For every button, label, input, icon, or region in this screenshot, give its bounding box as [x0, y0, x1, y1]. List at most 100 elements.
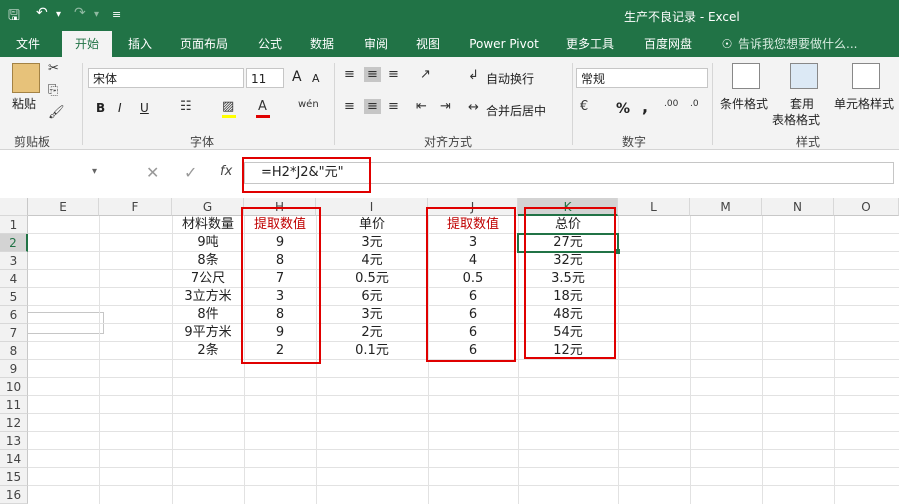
font-name-select[interactable]: 宋体 [88, 68, 244, 88]
align-center-icon[interactable]: ≡ [364, 99, 381, 114]
cut-icon[interactable]: ✂ [48, 61, 59, 76]
tab-formulas[interactable]: 公式 [248, 31, 292, 57]
number-format-select[interactable]: 常规 [576, 68, 708, 88]
wrap-text-button[interactable]: 自动换行 [486, 70, 534, 87]
row-header-10[interactable]: 10 [0, 378, 28, 396]
redo-dropdown-icon[interactable]: ▾ [94, 9, 99, 20]
tab-review[interactable]: 审阅 [354, 31, 398, 57]
save-icon[interactable]: 🖫 [8, 5, 20, 29]
row-header-3[interactable]: 3 [0, 252, 28, 270]
cell-i3[interactable]: 4元 [316, 252, 428, 270]
row-header-7[interactable]: 7 [0, 324, 28, 342]
grow-font-button[interactable]: A [292, 69, 302, 85]
cell-g7[interactable]: 9平方米 [172, 324, 244, 342]
percent-button[interactable]: % [616, 101, 630, 117]
increase-indent-icon[interactable]: ⇥ [440, 99, 451, 114]
paste-icon[interactable] [12, 63, 40, 93]
cancel-icon[interactable]: ✕ [146, 163, 159, 182]
col-header-f[interactable]: F [99, 198, 172, 216]
cell-styles-icon[interactable] [852, 63, 880, 89]
row-header-5[interactable]: 5 [0, 288, 28, 306]
undo-dropdown-icon[interactable]: ▾ [56, 9, 61, 20]
align-left-icon[interactable]: ≡ [344, 99, 355, 114]
tab-more-tools[interactable]: 更多工具 [558, 31, 622, 57]
format-painter-icon[interactable]: 🖌 [48, 105, 65, 120]
select-all-corner[interactable] [0, 198, 28, 216]
cell-i1[interactable]: 单价 [316, 216, 428, 234]
format-as-table-label-1[interactable]: 套用 [790, 95, 814, 112]
cell-i7[interactable]: 2元 [316, 324, 428, 342]
font-color-icon[interactable]: A [258, 99, 267, 114]
orientation-icon[interactable]: ↗ [420, 67, 431, 82]
phonetic-icon[interactable]: wén [298, 99, 319, 110]
font-size-select[interactable]: 11 [246, 68, 284, 88]
row-header-4[interactable]: 4 [0, 270, 28, 288]
row-header-13[interactable]: 13 [0, 432, 28, 450]
tell-me-box[interactable]: 告诉我您想要做什么... [738, 31, 868, 57]
tab-home[interactable]: 开始 [62, 31, 112, 57]
conditional-format-button[interactable]: 条件格式 [720, 95, 768, 112]
tab-insert[interactable]: 插入 [118, 31, 162, 57]
italic-button[interactable]: I [118, 101, 122, 115]
tab-data[interactable]: 数据 [300, 31, 344, 57]
align-middle-icon[interactable]: ≡ [364, 67, 381, 82]
decrease-indent-icon[interactable]: ⇤ [416, 99, 427, 114]
col-header-e[interactable]: E [28, 198, 99, 216]
col-header-o[interactable]: O [834, 198, 899, 216]
cell-g3[interactable]: 8条 [172, 252, 244, 270]
row-header-1[interactable]: 1 [0, 216, 28, 234]
cell-g6[interactable]: 8件 [172, 306, 244, 324]
cell-g8[interactable]: 2条 [172, 342, 244, 360]
fill-color-icon[interactable]: ▨ [222, 99, 234, 114]
customize-qat-icon[interactable]: ≡ [112, 8, 121, 21]
row-header-11[interactable]: 11 [0, 396, 28, 414]
row-header-14[interactable]: 14 [0, 450, 28, 468]
cell-styles-button[interactable]: 单元格样式 [834, 95, 894, 112]
row-header-8[interactable]: 8 [0, 342, 28, 360]
paste-button[interactable]: 粘贴 [12, 95, 36, 112]
col-header-l[interactable]: L [618, 198, 690, 216]
underline-button[interactable]: U [140, 101, 149, 115]
format-as-table-label-2[interactable]: 表格格式 [772, 111, 820, 128]
row-header-2[interactable]: 2 [0, 234, 28, 252]
wrap-text-icon[interactable]: ↲ [468, 68, 479, 83]
row-header-16[interactable]: 16 [0, 486, 28, 504]
tab-view[interactable]: 视图 [406, 31, 450, 57]
undo-icon[interactable]: ↶ [36, 5, 48, 21]
conditional-format-icon[interactable] [732, 63, 760, 89]
bold-button[interactable]: B [96, 101, 105, 115]
shrink-font-button[interactable]: A [312, 72, 320, 85]
cell-i4[interactable]: 0.5元 [316, 270, 428, 288]
col-header-n[interactable]: N [762, 198, 834, 216]
merge-center-icon[interactable]: ↔ [468, 100, 479, 115]
row-header-6[interactable]: 6 [0, 306, 28, 324]
redo-icon[interactable]: ↷ [74, 5, 86, 21]
align-bottom-icon[interactable]: ≡ [388, 67, 399, 82]
cell-i5[interactable]: 6元 [316, 288, 428, 306]
row-header-12[interactable]: 12 [0, 414, 28, 432]
increase-decimal-icon[interactable]: .00 [664, 99, 678, 109]
col-header-m[interactable]: M [690, 198, 762, 216]
col-header-g[interactable]: G [172, 198, 244, 216]
comma-button[interactable]: , [642, 97, 648, 116]
tab-power-pivot[interactable]: Power Pivot [462, 31, 546, 57]
insert-function-button[interactable]: fx [220, 164, 232, 179]
copy-icon[interactable]: ⎘ [48, 83, 58, 98]
tab-page-layout[interactable]: 页面布局 [172, 31, 236, 57]
align-top-icon[interactable]: ≡ [344, 67, 355, 82]
cell-i2[interactable]: 3元 [316, 234, 428, 252]
cell-i6[interactable]: 3元 [316, 306, 428, 324]
align-right-icon[interactable]: ≡ [388, 99, 399, 114]
cell-i8[interactable]: 0.1元 [316, 342, 428, 360]
cell-g5[interactable]: 3立方米 [172, 288, 244, 306]
border-icon[interactable]: ☷ [180, 99, 192, 114]
name-box-dropdown-icon[interactable]: ▾ [92, 166, 97, 177]
col-header-i[interactable]: I [316, 198, 428, 216]
cell-g4[interactable]: 7公尺 [172, 270, 244, 288]
tab-file[interactable]: 文件 [6, 31, 50, 57]
cell-g2[interactable]: 9吨 [172, 234, 244, 252]
enter-icon[interactable]: ✓ [184, 163, 197, 182]
row-header-15[interactable]: 15 [0, 468, 28, 486]
cell-g1[interactable]: 材料数量 [172, 216, 244, 234]
tab-baidu-netdisk[interactable]: 百度网盘 [636, 31, 700, 57]
